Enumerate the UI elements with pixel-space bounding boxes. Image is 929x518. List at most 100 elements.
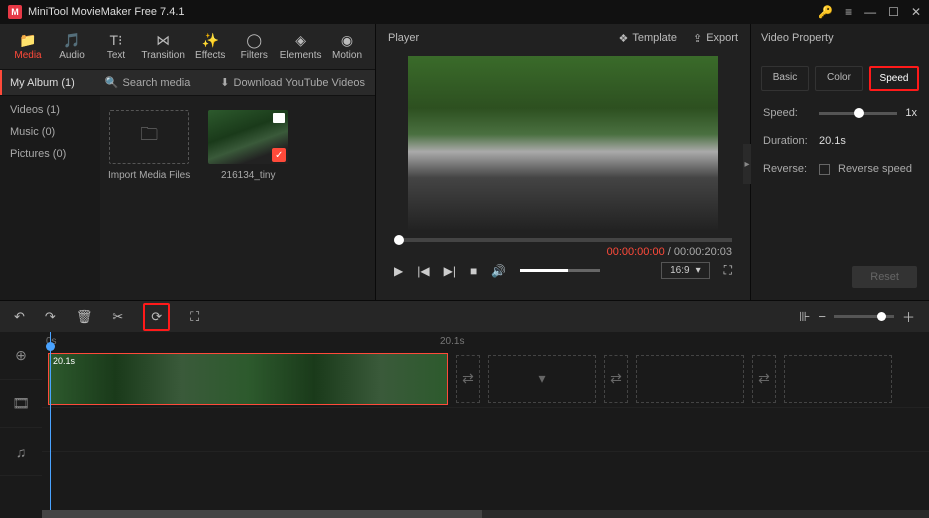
speed-value: 1x — [905, 107, 917, 119]
tab-motion[interactable]: ◉Motion — [325, 28, 369, 65]
download-youtube[interactable]: ⬇Download YouTube Videos — [220, 76, 365, 89]
transition-drop[interactable]: ⇄ — [752, 355, 776, 403]
search-media[interactable]: 🔍Search media — [105, 76, 191, 89]
module-tabstrip: 📁Media 🎵Audio T⁝Text ⋈Transition ✨Effect… — [0, 24, 375, 70]
speed-tool-button[interactable]: ⟳ — [143, 303, 170, 331]
stop-button[interactable]: ■ — [470, 264, 477, 278]
album-label[interactable]: My Album (1) — [0, 70, 87, 95]
search-icon: 🔍 — [105, 76, 119, 89]
filters-icon: ◯ — [246, 32, 262, 48]
category-pictures[interactable]: Pictures (0) — [10, 148, 90, 160]
menu-icon[interactable]: ≡ — [845, 5, 852, 19]
import-folder-icon[interactable]: 🗀 — [109, 110, 189, 164]
reset-button[interactable]: Reset — [852, 266, 917, 288]
delete-button[interactable]: 🗑 — [76, 309, 93, 325]
zoom-in-button[interactable]: ＋ — [902, 307, 915, 326]
export-icon: ⇪ — [693, 32, 702, 45]
audio-track-icon[interactable]: ♫ — [0, 428, 42, 476]
time-current: 00:00:00:00 — [607, 246, 665, 258]
split-button[interactable]: ✂ — [112, 309, 123, 325]
tab-text[interactable]: T⁝Text — [94, 28, 138, 65]
key-icon[interactable]: 🔑 — [818, 5, 833, 19]
transition-drop[interactable]: ⇄ — [604, 355, 628, 403]
tab-filters[interactable]: ◯Filters — [232, 28, 276, 65]
text-icon: T⁝ — [109, 32, 122, 48]
video-track[interactable]: 20.1s ⇄ ▾ ⇄ ⇄ — [42, 350, 929, 408]
elements-icon: ◈ — [295, 32, 306, 48]
next-frame-button[interactable]: ▶| — [444, 264, 456, 278]
close-icon[interactable]: ✕ — [911, 5, 921, 19]
speed-slider[interactable] — [819, 112, 897, 115]
audio-icon: 🎵 — [63, 32, 80, 48]
download-icon: ⬇ — [220, 76, 229, 89]
video-preview[interactable] — [408, 56, 718, 230]
video-badge-icon — [273, 113, 285, 123]
zoom-fit-icon[interactable]: ⊪ — [799, 309, 810, 325]
aspect-ratio-select[interactable]: 16:9▾ — [661, 262, 710, 279]
prop-tab-speed[interactable]: Speed — [869, 66, 919, 91]
seek-handle[interactable] — [394, 235, 404, 245]
collapse-handle[interactable]: ▸ — [743, 144, 751, 184]
minimize-icon[interactable]: — — [864, 5, 876, 19]
media-thumbnail[interactable]: ✓ — [208, 110, 288, 164]
transition-drop[interactable]: ⇄ — [456, 355, 480, 403]
motion-icon: ◉ — [341, 32, 353, 48]
media-panel: 📁Media 🎵Audio T⁝Text ⋈Transition ✨Effect… — [0, 24, 375, 300]
video-track-icon[interactable]: 🎞 — [0, 380, 42, 428]
play-button[interactable]: ▶ — [394, 264, 403, 278]
clip-drop[interactable]: ▾ — [488, 355, 596, 403]
reverse-text: Reverse speed — [838, 163, 912, 175]
tab-effects[interactable]: ✨Effects — [188, 28, 232, 65]
prop-tab-basic[interactable]: Basic — [761, 66, 809, 91]
duration-value: 20.1s — [819, 135, 846, 147]
redo-button[interactable]: ↷ — [45, 309, 56, 325]
player-title: Player — [388, 32, 419, 44]
prev-frame-button[interactable]: |◀ — [417, 264, 429, 278]
import-media[interactable]: 🗀 Import Media Files — [108, 110, 190, 181]
volume-icon[interactable]: 🔊 — [491, 264, 506, 278]
selected-check-icon: ✓ — [272, 148, 286, 162]
volume-slider[interactable] — [520, 269, 600, 272]
reverse-checkbox[interactable] — [819, 164, 830, 175]
crop-button[interactable]: ⛶ — [190, 309, 199, 325]
ruler-mid: 20.1s — [440, 336, 464, 347]
zoom-slider[interactable] — [834, 315, 894, 318]
category-videos[interactable]: Videos (1) — [10, 104, 90, 116]
playhead[interactable] — [50, 332, 51, 510]
audio-track[interactable] — [42, 408, 929, 452]
app-logo-icon: M — [8, 5, 22, 19]
video-clip[interactable]: 20.1s — [48, 353, 448, 405]
fullscreen-button[interactable]: ⛶ — [724, 263, 732, 278]
tab-audio[interactable]: 🎵Audio — [50, 28, 94, 65]
add-track-button[interactable]: ⊕ — [0, 332, 42, 380]
timecode: 00:00:00:00 / 00:00:20:03 — [394, 246, 732, 258]
undo-button[interactable]: ↶ — [14, 309, 25, 325]
clip-drop[interactable] — [784, 355, 892, 403]
export-button[interactable]: ⇪Export — [693, 32, 738, 45]
zoom-out-button[interactable]: − — [818, 309, 826, 324]
category-music[interactable]: Music (0) — [10, 126, 90, 138]
duration-label: Duration: — [763, 135, 811, 147]
chevron-down-icon: ▾ — [696, 265, 701, 276]
speed-knob[interactable] — [854, 108, 864, 118]
template-button[interactable]: ❖Template — [618, 32, 677, 45]
timeline: ⊕ 🎞 ♫ 0s 20.1s 20.1s ⇄ ▾ ⇄ ⇄ — [0, 332, 929, 510]
clip-drop[interactable] — [636, 355, 744, 403]
tab-elements[interactable]: ◈Elements — [276, 28, 325, 65]
zoom-knob[interactable] — [877, 312, 886, 321]
tab-transition[interactable]: ⋈Transition — [138, 28, 188, 65]
time-ruler[interactable]: 0s 20.1s — [42, 332, 929, 350]
player-panel: Player ❖Template ⇪Export 00:00:00:00 / 0… — [375, 24, 751, 300]
seek-bar[interactable] — [394, 238, 732, 242]
maximize-icon[interactable]: ☐ — [888, 5, 899, 19]
media-label: 216134_tiny — [221, 170, 276, 181]
prop-tab-color[interactable]: Color — [815, 66, 863, 91]
scroll-thumb[interactable] — [42, 510, 482, 518]
timeline-toolbar: ↶ ↷ 🗑 ✂ ⟳ ⛶ ⊪ − ＋ — [0, 300, 929, 332]
horizontal-scrollbar[interactable] — [42, 510, 929, 518]
reverse-label: Reverse: — [763, 163, 811, 175]
tab-media[interactable]: 📁Media — [6, 28, 50, 65]
media-grid: 🗀 Import Media Files ✓ 216134_tiny — [100, 96, 375, 300]
media-item[interactable]: ✓ 216134_tiny — [208, 110, 288, 181]
media-subbar: My Album (1) 🔍Search media ⬇Download You… — [0, 70, 375, 96]
